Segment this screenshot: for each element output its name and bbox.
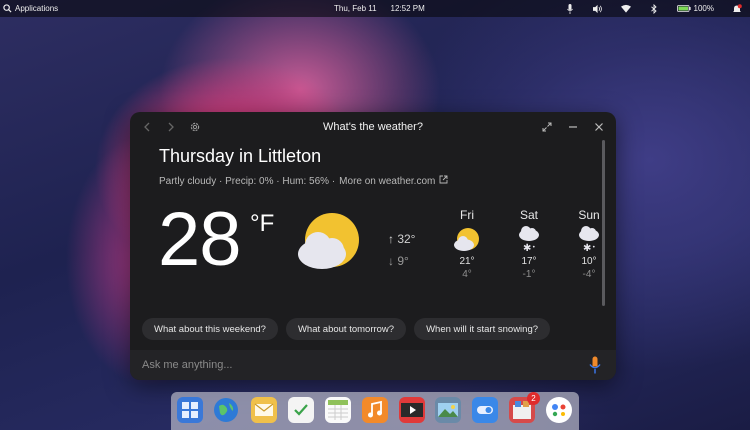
forward-icon[interactable] <box>164 120 178 134</box>
forecast-high: 17° <box>521 256 537 267</box>
suggestion-chip-tomorrow[interactable]: What about tomorrow? <box>285 318 407 340</box>
forecast-day-label: Fri <box>460 208 474 222</box>
battery-indicator[interactable]: 100% <box>676 4 714 14</box>
weather-summary: Partly cloudy · Precip: 0% · Hum: 56% · <box>159 175 336 187</box>
dock-photos-icon[interactable] <box>435 397 461 423</box>
partly-cloudy-icon <box>447 224 487 256</box>
appcenter-badge: 2 <box>527 392 540 405</box>
forecast-low: 4° <box>462 269 472 280</box>
dock-tasks-icon[interactable] <box>288 397 314 423</box>
expand-icon[interactable] <box>540 120 554 134</box>
assistant-window: What's the weather? Thursday in Littleto… <box>130 112 616 380</box>
top-panel: Applications Thu, Feb 11 12:52 PM 100% <box>0 0 750 17</box>
weather-heading: Thursday in Littleton <box>159 146 322 166</box>
dock-music-icon[interactable] <box>362 397 388 423</box>
svg-text:✱: ✱ <box>583 243 591 254</box>
ask-bar <box>130 350 616 380</box>
voice-input-microphone-icon[interactable] <box>589 356 601 374</box>
forecast-day-fri: Fri 21° 4° <box>447 208 487 282</box>
more-weather-link[interactable]: More on weather.com <box>339 176 435 187</box>
close-icon[interactable] <box>592 120 606 134</box>
forecast-high: 21° <box>459 256 475 267</box>
minimize-icon[interactable] <box>566 120 580 134</box>
svg-text:•: • <box>592 244 596 251</box>
dock-web-browser-icon[interactable] <box>213 397 239 423</box>
datetime-indicator[interactable]: Thu, Feb 11 12:52 PM <box>334 0 425 17</box>
applications-menu[interactable]: Applications <box>2 0 58 17</box>
content-scrollbar[interactable] <box>602 140 605 306</box>
suggestion-chip-weekend[interactable]: What about this weekend? <box>142 318 278 340</box>
dock-videos-icon[interactable] <box>399 397 425 423</box>
forecast-day-label: Sat <box>519 208 538 222</box>
notifications-icon[interactable] <box>732 3 742 14</box>
battery-icon <box>676 4 691 14</box>
suggestion-chip-snowing[interactable]: When will it start snowing? <box>414 318 551 340</box>
today-high: ↑ 32° <box>388 232 416 246</box>
battery-percent: 100% <box>693 4 714 13</box>
bluetooth-icon[interactable] <box>649 3 659 14</box>
current-temperature: 28 <box>158 197 242 282</box>
panel-time: 12:52 PM <box>390 4 425 13</box>
temperature-unit: °F <box>250 210 275 237</box>
dock-multitasking-icon[interactable] <box>177 397 203 423</box>
high-low-temps: ↑ 32° ↓ 9° <box>388 228 415 272</box>
dock: 2 <box>171 392 579 430</box>
microphone-icon[interactable] <box>565 3 575 14</box>
forecast-low: -1° <box>522 269 536 280</box>
svg-text:•: • <box>532 244 536 251</box>
back-icon[interactable] <box>140 120 154 134</box>
dock-appcenter-icon[interactable]: 2 <box>509 392 540 423</box>
applications-label: Applications <box>15 4 59 13</box>
dock-mail-icon[interactable] <box>251 397 277 423</box>
weather-summary-row: Partly cloudy · Precip: 0% · Hum: 56% · … <box>159 175 448 187</box>
dock-assistant-icon[interactable] <box>546 397 572 423</box>
search-icon <box>2 4 12 14</box>
svg-text:✱: ✱ <box>523 243 531 254</box>
external-link-icon[interactable] <box>439 175 448 187</box>
today-low: ↓ 9° <box>388 254 409 268</box>
forecast-day-sat: Sat ✱ • 17° -1° <box>509 208 549 282</box>
wifi-icon[interactable] <box>620 4 631 14</box>
panel-date: Thu, Feb 11 <box>334 4 377 13</box>
volume-icon[interactable] <box>592 4 603 14</box>
partly-cloudy-icon <box>296 212 362 279</box>
snow-icon: ✱ • <box>509 224 549 256</box>
settings-gear-icon[interactable] <box>188 120 202 134</box>
window-header: What's the weather? <box>130 112 616 142</box>
ask-input[interactable] <box>142 357 562 373</box>
suggestion-chips: What about this weekend? What about tomo… <box>142 318 551 340</box>
dock-calendar-icon[interactable] <box>325 397 351 423</box>
dock-settings-icon[interactable] <box>472 397 498 423</box>
